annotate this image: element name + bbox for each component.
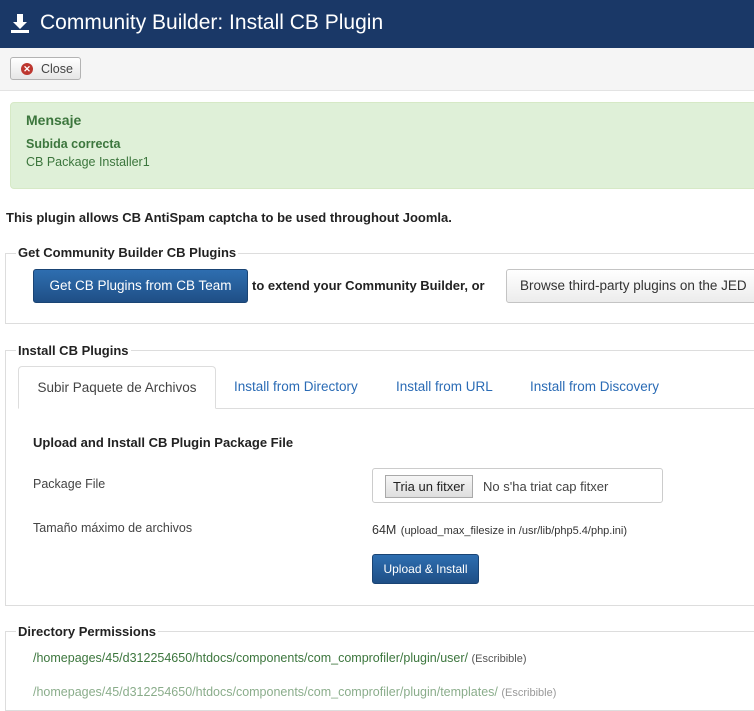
max-size-label: Tamaño máximo de archivos — [33, 521, 193, 535]
close-circle-icon: ✕ — [21, 63, 33, 75]
success-alert: Mensaje Subida correcta CB Package Insta… — [10, 102, 754, 189]
get-cb-plugins-button[interactable]: Get CB Plugins from CB Team — [33, 269, 248, 303]
permission-row: /homepages/45/d312254650/htdocs/componen… — [33, 651, 527, 665]
extend-text: to extend your Community Builder, or — [252, 278, 485, 293]
tab-upload-package[interactable]: Subir Paquete de Archivos — [18, 366, 216, 409]
permission-path: /homepages/45/d312254650/htdocs/componen… — [33, 651, 468, 665]
tab-install-url[interactable]: Install from URL — [396, 366, 493, 408]
permission-status: (Escribible) — [501, 687, 557, 699]
download-icon — [11, 14, 29, 33]
get-plugins-legend: Get Community Builder CB Plugins — [16, 245, 239, 260]
install-legend: Install CB Plugins — [16, 343, 131, 358]
permission-path: /homepages/45/d312254650/htdocs/componen… — [33, 685, 498, 699]
permissions-legend: Directory Permissions — [16, 624, 159, 639]
upload-install-button[interactable]: Upload & Install — [372, 554, 479, 584]
close-button[interactable]: ✕ Close — [10, 57, 81, 80]
permissions-fieldset — [5, 631, 754, 711]
max-size-number: 64M — [372, 523, 397, 537]
alert-line-2: CB Package Installer1 — [26, 155, 150, 169]
tab-install-directory[interactable]: Install from Directory — [234, 366, 358, 408]
alert-heading: Mensaje — [26, 112, 82, 128]
toolbar: ✕ Close — [0, 48, 754, 91]
browse-jed-button[interactable]: Browse third-party plugins on the JED — [506, 269, 754, 303]
max-size-value: 64M (upload_max_filesize in /usr/lib/php… — [372, 521, 627, 539]
page-title: Community Builder: Install CB Plugin — [40, 11, 384, 34]
permission-status: (Escribible) — [471, 653, 527, 665]
choose-file-button[interactable]: Tria un fitxer — [385, 475, 473, 498]
close-button-label: Close — [41, 62, 73, 76]
install-tabs: Subir Paquete de Archivos Install from D… — [18, 366, 754, 409]
plugin-description: This plugin allows CB AntiSpam captcha t… — [6, 210, 452, 225]
file-status-text: No s'ha triat cap fitxer — [483, 479, 609, 494]
max-size-detail: (upload_max_filesize in /usr/lib/php5.4/… — [400, 525, 628, 537]
permission-row: /homepages/45/d312254650/htdocs/componen… — [33, 685, 556, 699]
tab-install-discovery[interactable]: Install from Discovery — [530, 366, 659, 408]
alert-line-1: Subida correcta — [26, 137, 121, 151]
upload-subheading: Upload and Install CB Plugin Package Fil… — [33, 435, 294, 450]
title-bar: Community Builder: Install CB Plugin — [0, 0, 754, 48]
package-file-label: Package File — [33, 477, 106, 491]
package-file-input[interactable]: Tria un fitxer No s'ha triat cap fitxer — [372, 468, 663, 503]
